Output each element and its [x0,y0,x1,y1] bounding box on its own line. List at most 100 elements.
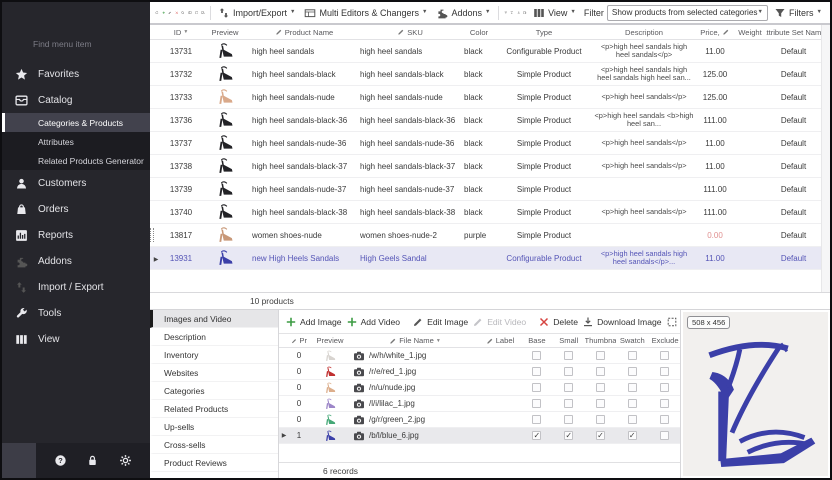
copy-button[interactable] [188,5,192,21]
checkbox[interactable] [628,367,637,376]
product-row[interactable]: 13737high heel sandals-nude-36high heel … [150,132,821,155]
open-external-icon[interactable] [811,335,824,348]
column-header[interactable]: Small [553,336,585,345]
checkbox[interactable] [564,351,573,360]
sidebar-item-related-products-generator[interactable]: Related Products Generator [2,151,150,170]
hamburger-menu-icon[interactable] [12,10,27,22]
column-header[interactable]: Preview [200,28,250,37]
checkbox[interactable] [596,415,605,424]
tab-images-and-video[interactable]: Images and Video [150,310,278,328]
checkbox[interactable] [660,399,669,408]
sidebar-item-reports[interactable]: Reports [2,222,150,248]
image-row[interactable]: 0/n/u/nude.jpg [279,380,680,396]
checkbox[interactable] [660,431,669,440]
edit-video-button[interactable]: Edit Video [472,316,526,328]
exportgrid-button[interactable] [523,5,527,21]
menu-multi-editors-changers[interactable]: Multi Editors & Changers▼ [301,7,430,19]
row-expander-icon[interactable]: ▶ [282,432,287,439]
sidebar-item-view[interactable]: View [2,326,150,352]
tab-inventory[interactable]: Inventory [150,346,278,364]
collapserows-button[interactable] [517,5,521,21]
pencil-button[interactable] [168,5,172,21]
rotate-refresh-icon[interactable] [811,421,824,434]
column-header[interactable]: Attribute Set Name [766,28,821,37]
group-button[interactable] [504,5,508,21]
checkbox[interactable] [596,399,605,408]
search-button[interactable] [181,5,185,21]
tab-related-products[interactable]: Related Products [150,400,278,418]
tab-product-reviews[interactable]: Product Reviews [150,454,278,472]
product-row[interactable]: 13736high heel sandals-black-36high heel… [150,109,821,132]
sidebar-item-favorites[interactable]: Favorites [2,61,150,87]
tab-cross-sells[interactable]: Cross-sells [150,436,278,454]
column-header[interactable]: Product Name [250,28,358,37]
sidebar-item-tools[interactable]: Tools [2,300,150,326]
fullscreen-icon[interactable] [811,316,824,329]
checkbox[interactable] [564,383,573,392]
column-header[interactable]: Base [521,336,553,345]
image-row[interactable]: 0/l/i/lilac_1.jpg [279,396,680,412]
checkbox[interactable] [660,367,669,376]
checkbox[interactable] [660,415,669,424]
menu-view[interactable]: View▼ [530,7,579,19]
checkbox[interactable] [596,351,605,360]
checkbox[interactable] [628,351,637,360]
sidebar-item-catalog[interactable]: Catalog [2,87,150,113]
add-video-button[interactable]: Add Video [346,316,401,328]
product-row[interactable]: 13817women shoes-nudewomen shoes-nude-2p… [150,224,821,247]
row-expander-icon[interactable]: ▶ [154,257,159,263]
menu-addons[interactable]: Addons▼ [433,7,493,19]
column-header[interactable]: File Name▼ [351,336,479,345]
column-header[interactable]: Price, [696,28,734,37]
checkbox[interactable]: ✓ [596,431,605,440]
checkbox[interactable] [532,415,541,424]
product-row[interactable]: 13738high heel sandals-black-37high heel… [150,155,821,178]
lock-icon[interactable] [86,454,99,467]
product-row[interactable]: ▶13931new High Heels SandalsHigh Geels S… [150,247,821,270]
sidebar-item-attributes[interactable]: Attributes [2,132,150,151]
column-header[interactable]: Preview [309,336,351,345]
column-header[interactable]: Label [479,336,521,345]
selectbox-button[interactable] [195,5,199,21]
product-row[interactable]: 13733high heel sandals-nudehigh heel san… [150,86,821,109]
sidebar-item-orders[interactable]: Orders [2,196,150,222]
checkbox[interactable] [532,367,541,376]
column-header[interactable]: Swatch [616,336,648,345]
column-header[interactable]: SKU [358,28,462,37]
column-header[interactable]: Exclude [648,336,680,345]
checkbox[interactable] [628,399,637,408]
checkbox[interactable] [532,383,541,392]
checkbox[interactable] [628,383,637,392]
image-row[interactable]: 0/g/r/green_2.jpg [279,412,680,428]
column-header[interactable]: Color [462,28,496,37]
checkbox[interactable] [596,367,605,376]
column-header[interactable]: Description [592,28,696,37]
checkbox[interactable] [532,351,541,360]
sidebar-search[interactable] [2,29,150,59]
tab-categories[interactable]: Categories [150,382,278,400]
sidebar-item-addons[interactable]: Addons [2,248,150,274]
footer-archive-button[interactable] [2,443,36,478]
column-header[interactable]: Pr [289,336,309,345]
column-header[interactable]: Thumbna [585,336,617,345]
checkbox[interactable] [596,383,605,392]
column-header[interactable]: ID▼ [162,28,200,37]
sidebar-item-import-export[interactable]: Import / Export [2,274,150,300]
zoom-in-icon[interactable] [811,439,824,452]
zoom-out-icon[interactable] [811,458,824,471]
column-header[interactable]: Type [496,28,592,37]
checkbox[interactable] [564,399,573,408]
vertical-scrollbar[interactable] [821,25,830,292]
expandrows-button[interactable] [510,5,514,21]
help-icon[interactable]: ? [54,454,67,467]
checkbox[interactable]: ✓ [628,431,637,440]
add-image-button[interactable]: Add Image [285,316,342,328]
refresh-button[interactable] [155,5,159,21]
checkbox[interactable] [532,399,541,408]
menu-search-input[interactable] [33,39,133,49]
product-row[interactable]: 13732high heel sandals-blackhigh heel sa… [150,63,821,86]
menu-import-export[interactable]: Import/Export▼ [215,7,298,19]
tab-description[interactable]: Description [150,328,278,346]
edit-image-button[interactable]: Edit Image [412,316,468,328]
product-row[interactable]: 13731high heel sandalshigh heel sandalsb… [150,40,821,63]
